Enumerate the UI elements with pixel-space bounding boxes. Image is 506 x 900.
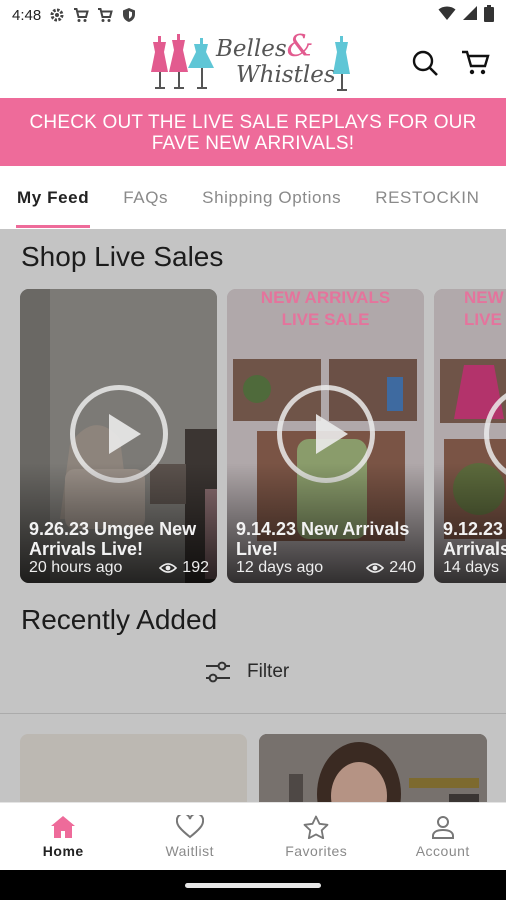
product-thumbnail[interactable]	[20, 734, 247, 802]
nav-label: Favorites	[285, 843, 348, 859]
card-views: 192	[182, 559, 209, 576]
tab-faqs[interactable]: FAQs	[106, 166, 185, 229]
banner-line-2: FAVE NEW ARRIVALS!	[151, 133, 355, 154]
battery-icon	[484, 4, 494, 26]
live-sale-card[interactable]: NEW LIVE 9.12.23 Arrivals 14 days	[434, 289, 506, 583]
live-sale-card[interactable]: NEW ARRIVALS LIVE SALE 9.14.23 New Arriv…	[227, 289, 424, 583]
banner-line-1: CHECK OUT THE LIVE SALE REPLAYS FOR OUR	[29, 112, 477, 133]
logo-wordmark: Belles& Whistles	[216, 29, 336, 89]
gear-icon	[49, 7, 65, 23]
cart-button[interactable]	[459, 46, 493, 80]
feed-content: Shop Live Sales 9.26.23 Umgee New Arriva…	[0, 229, 506, 802]
tab-restocking[interactable]: RESTOCKIN	[358, 166, 496, 229]
nav-account[interactable]: Account	[380, 803, 506, 870]
status-bar: 4:48	[0, 0, 506, 30]
app-screen: 4:48 Belles& Whistles CHECK OUT THE LIVE…	[0, 0, 506, 870]
promo-banner[interactable]: CHECK OUT THE LIVE SALE REPLAYS FOR OUR …	[0, 98, 506, 166]
status-time: 4:48	[12, 6, 42, 24]
shield-icon	[121, 7, 137, 23]
live-sales-title: Shop Live Sales	[21, 241, 224, 272]
product-photo	[259, 734, 487, 802]
tab-bar: My Feed FAQs Shipping Options RESTOCKIN	[0, 166, 506, 229]
app-header: Belles& Whistles	[0, 30, 506, 98]
eye-icon	[159, 563, 178, 573]
nav-label: Waitlist	[165, 843, 215, 859]
heart-icon	[175, 815, 204, 839]
wifi-icon	[438, 5, 456, 25]
filter-button[interactable]: Filter	[205, 661, 289, 683]
tab-my-feed[interactable]: My Feed	[0, 166, 106, 229]
nav-home[interactable]: Home	[0, 803, 127, 870]
divider	[0, 713, 506, 714]
recently-added-title: Recently Added	[21, 604, 218, 635]
poster-text: NEW ARRIVALS LIVE SALE	[260, 289, 391, 329]
card-title: 9.26.23 Umgee New Arrivals Live!	[29, 519, 197, 559]
card-title: 9.12.23 Arrivals	[443, 519, 506, 559]
cart-icon	[73, 7, 90, 23]
product-thumbnail[interactable]	[259, 734, 487, 802]
card-time: 14 days	[443, 559, 500, 576]
live-sales-carousel[interactable]: 9.26.23 Umgee New Arrivals Live! 20 hour…	[20, 289, 506, 583]
dress-form-right-icon	[333, 36, 350, 91]
nav-favorites[interactable]: Favorites	[253, 803, 380, 870]
card-time: 12 days ago	[236, 559, 324, 576]
brand-logo[interactable]: Belles& Whistles	[150, 32, 355, 96]
nav-label: Home	[42, 843, 84, 859]
filter-label: Filter	[247, 661, 290, 682]
cart-icon	[97, 7, 114, 23]
home-icon	[51, 816, 76, 838]
filter-sliders-icon	[206, 661, 230, 683]
cart-icon	[462, 50, 490, 75]
search-icon	[412, 50, 438, 76]
card-title: 9.14.23 New Arrivals Live!	[236, 519, 410, 559]
nav-waitlist[interactable]: Waitlist	[127, 803, 254, 870]
tab-shipping-options[interactable]: Shipping Options	[185, 166, 358, 229]
nav-label: Account	[415, 843, 470, 859]
live-sale-card[interactable]: 9.26.23 Umgee New Arrivals Live! 20 hour…	[20, 289, 217, 583]
signal-icon	[462, 5, 478, 25]
search-button[interactable]	[408, 46, 442, 80]
card-views: 240	[389, 559, 416, 576]
star-icon	[303, 815, 329, 839]
bottom-navigation: Home Waitlist Favorites Account	[0, 802, 506, 870]
poster-text: NEW LIVE	[464, 289, 504, 329]
system-gesture-bar[interactable]	[185, 883, 321, 888]
eye-icon	[366, 563, 385, 573]
account-icon	[431, 816, 454, 839]
card-time: 20 hours ago	[29, 559, 123, 576]
